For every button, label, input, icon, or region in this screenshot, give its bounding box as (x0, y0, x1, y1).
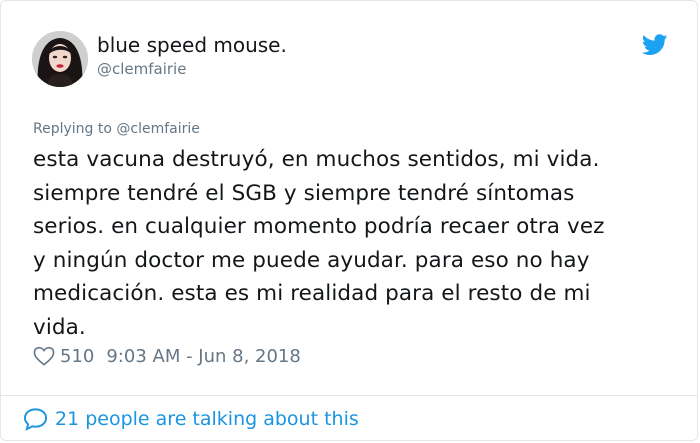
avatar[interactable] (32, 31, 88, 87)
tweet-meta: 510 9:03 AM - Jun 8, 2018 (33, 344, 301, 368)
tweet-text: esta vacuna destruyó, en muchos sentidos… (33, 143, 683, 344)
divider (1, 395, 697, 396)
display-name[interactable]: blue speed mouse. (97, 33, 287, 57)
conversation-text: 21 people are talking about this (55, 408, 359, 430)
replying-to-handle-link[interactable]: @clemfairie (116, 121, 200, 137)
tweet-card: blue speed mouse. @clemfairie Replying t… (0, 0, 698, 441)
tweet-text-line: siempre tendré el SGB y siempre tendré s… (33, 180, 575, 206)
avatar-photo (32, 31, 88, 87)
twitter-bird-icon[interactable] (641, 34, 668, 56)
conversation-link[interactable]: 21 people are talking about this (23, 405, 359, 433)
tweet-text-line: vida. (33, 314, 86, 340)
replying-prefix: Replying to (33, 121, 112, 137)
like-count: 510 (60, 345, 95, 367)
user-handle[interactable]: @clemfairie (97, 60, 186, 78)
tweet-text-line: medicación. esta es mi realidad para el … (33, 281, 591, 306)
speech-bubble-icon (23, 408, 48, 431)
tweet-text-line: serios. en cualquier momento podría reca… (33, 214, 605, 239)
tweet-text-line: esta vacuna destruyó, en muchos sentidos… (33, 147, 600, 172)
timestamp-link[interactable]: 9:03 AM - Jun 8, 2018 (106, 346, 300, 367)
heart-icon (33, 346, 55, 366)
like-button[interactable]: 510 (33, 346, 94, 367)
replying-to: Replying to @clemfairie (33, 121, 200, 137)
tweet-text-line: y ningún doctor me puede ayudar. para es… (33, 247, 590, 273)
